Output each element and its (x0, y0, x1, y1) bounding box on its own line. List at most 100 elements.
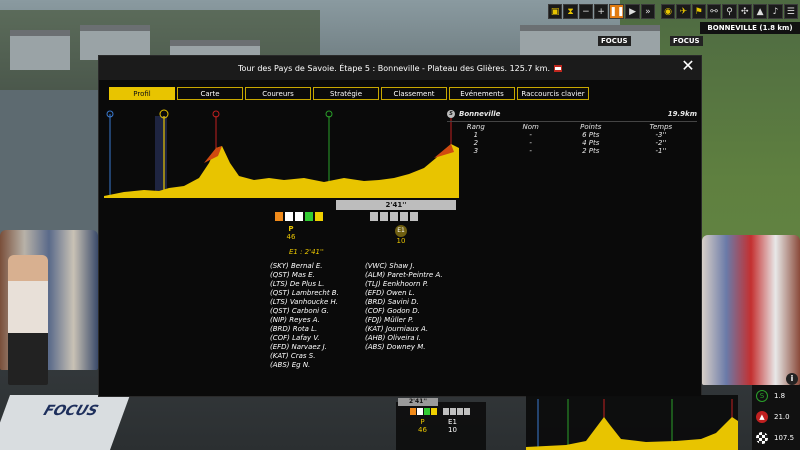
jersey-icon (380, 212, 388, 221)
camera-icon[interactable]: ▣ (548, 4, 563, 19)
group-count: 10 (448, 426, 457, 434)
sprint-icon: S (447, 109, 455, 118)
sprint-name: Bonneville (459, 109, 501, 118)
jersey-icon (390, 212, 398, 221)
cell-name: - (529, 139, 532, 147)
climb-icon: ▲ (756, 410, 768, 423)
rider-name[interactable]: (NIP) Reyes A. (270, 316, 339, 325)
camera-moto-icon[interactable]: ⚲ (722, 4, 737, 19)
column-header: Points (580, 123, 602, 131)
breakaway-group[interactable]: E1 10 (386, 225, 416, 245)
dialog-title: Tour des Pays de Savoie. Étape 5 : Bonne… (238, 63, 550, 73)
close-icon[interactable]: ✕ (681, 58, 695, 74)
rider-name[interactable]: (ABS) Eg N. (270, 361, 339, 370)
tab-strategie[interactable]: Stratégie (313, 87, 379, 100)
stat-value: 1.8 (774, 391, 786, 400)
rider-name[interactable]: (TLJ) Eenkhoorn P. (365, 280, 443, 289)
jersey-icon (450, 408, 456, 415)
pause-button[interactable]: ❚❚ (609, 4, 624, 19)
tab-bar: Profil Carte Coureurs Stratégie Classeme… (109, 87, 589, 100)
jersey-icon (305, 212, 313, 221)
breakaway-jerseys (370, 212, 418, 221)
mini-peloton-label: P 46 (418, 418, 427, 434)
rider-name[interactable]: (KAT) Journiaux A. (365, 325, 443, 334)
rider-name[interactable]: (LTS) De Plus L. (270, 280, 339, 289)
jersey-icon (457, 408, 463, 415)
mini-profile-chart[interactable] (526, 395, 738, 450)
flag-icon (553, 64, 562, 72)
peloton-jerseys (275, 212, 323, 221)
cell-rank: 3 (473, 147, 479, 155)
rider-name[interactable]: (VWC) Shaw J. (365, 262, 443, 271)
focus-banner: FOCUS (0, 395, 131, 450)
tab-classement[interactable]: Classement (381, 87, 447, 100)
jersey-icon (400, 212, 408, 221)
spectator (8, 255, 48, 385)
jersey-icon (464, 408, 470, 415)
mini-gap-bar: 2'41'' (398, 398, 438, 406)
fast-forward-button[interactable]: » (640, 4, 656, 19)
table-row: 2 - 4 Pts -2'' (447, 139, 697, 147)
dialog-header: Tour des Pays de Savoie. Étape 5 : Bonne… (99, 56, 701, 80)
rider-name[interactable]: (QST) Lambrecht B. (270, 289, 339, 298)
rider-name[interactable]: (EFD) Narvaez J. (270, 343, 339, 352)
hourglass-icon[interactable]: ⧗ (563, 4, 578, 19)
spectators-right (702, 235, 800, 385)
info-icon[interactable]: i (786, 373, 798, 385)
stage-info-dialog: Tour des Pays de Savoie. Étape 5 : Bonne… (98, 55, 702, 397)
rider-name[interactable]: (QST) Carboni G. (270, 307, 339, 316)
cell-points: 4 Pts (582, 139, 600, 147)
cell-time: -2'' (655, 139, 667, 147)
mountain-icon[interactable]: ▲ (752, 4, 768, 19)
rider-name[interactable]: (LTS) Vanhoucke H. (270, 298, 339, 307)
rider-name[interactable]: (ABS) Downey M. (365, 343, 443, 352)
rider-name[interactable]: (AHB) Oliveira I. (365, 334, 443, 343)
plane-icon[interactable]: ✈ (676, 4, 691, 19)
speed-plus-button[interactable]: + (594, 4, 609, 19)
rider-name[interactable]: (ALM) Paret-Peintre A. (365, 271, 443, 280)
peloton-group[interactable]: P 46 (276, 225, 306, 241)
speed-minus-button[interactable]: − (578, 4, 594, 19)
helicopter-icon[interactable]: ✣ (737, 4, 752, 19)
flag-icon[interactable]: ⚑ (691, 4, 706, 19)
tab-profil[interactable]: Profil (109, 87, 175, 100)
house (520, 25, 600, 55)
tab-carte[interactable]: Carte (177, 87, 243, 100)
play-button[interactable]: ▶ (625, 4, 640, 19)
rider-name[interactable]: (FDJ) Müller P. (365, 316, 443, 325)
jersey-icon (424, 408, 430, 415)
rider-name[interactable]: (BRD) Savini D. (365, 298, 443, 307)
tab-raccourcis[interactable]: Raccourcis clavier (517, 87, 589, 100)
tab-evenements[interactable]: Evénements (449, 87, 515, 100)
jersey-icon (417, 408, 423, 415)
rider-name[interactable]: (SKY) Bernal E. (270, 262, 339, 271)
mini-jerseys (410, 408, 470, 415)
rider-name[interactable]: (BRD) Rota L. (270, 325, 339, 334)
view-icon[interactable]: ◉ (660, 4, 676, 19)
rider-name[interactable]: (KAT) Cras S. (270, 352, 339, 361)
table-row: 3 - 2 Pts -1'' (447, 147, 697, 155)
rider-name[interactable]: (COF) Godon D. (365, 307, 443, 316)
audio-icon[interactable]: ♪ (768, 4, 783, 19)
stage-profile-chart (104, 109, 459, 198)
rider-name[interactable]: (COF) Lafay V. (270, 334, 339, 343)
menu-icon[interactable]: ☰ (783, 4, 798, 19)
table-row: 1 - 6 Pts -3'' (447, 131, 697, 139)
group-id: P (420, 418, 425, 426)
mini-group-panel[interactable]: P 46 E1 10 (396, 402, 486, 450)
tab-coureurs[interactable]: Coureurs (245, 87, 311, 100)
stat-sprint: S 1.8 (752, 385, 800, 406)
bike-icon[interactable]: ⚯ (706, 4, 722, 19)
rider-name[interactable]: (EFD) Owen L. (365, 289, 443, 298)
rider-name[interactable]: (QST) Mas E. (270, 271, 339, 280)
group-count: 10 (396, 237, 406, 245)
group-id: E1 (395, 225, 407, 237)
stage-stats-panel: S 1.8 ▲ 21.0 107.5 (752, 385, 800, 450)
cell-rank: 1 (473, 131, 479, 139)
table-header-row: Rang Nom Points Temps (447, 123, 697, 131)
gap-bar: 2'41'' (336, 200, 456, 210)
cell-name: - (529, 131, 532, 139)
cell-time: -1'' (655, 147, 667, 155)
next-town-indicator: BONNEVILLE (1.8 km) (700, 22, 800, 34)
jersey-icon (370, 212, 378, 221)
